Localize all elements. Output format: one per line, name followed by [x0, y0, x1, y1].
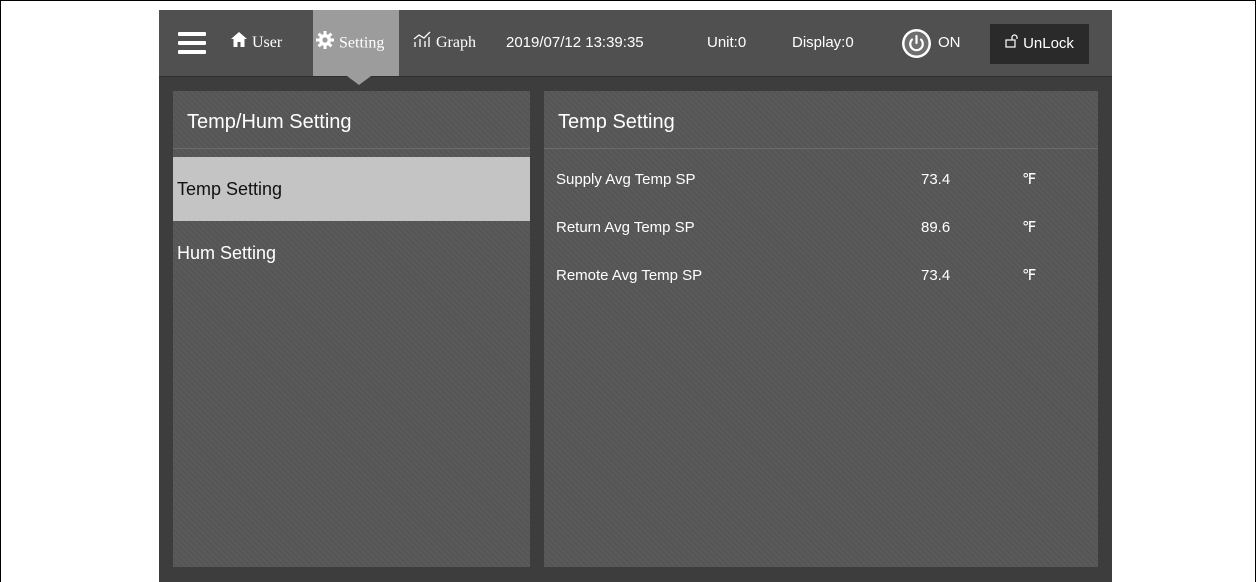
unit-indicator: Unit:0	[707, 34, 747, 51]
display-indicator: Display:0	[792, 34, 854, 51]
setpoint-value[interactable]: 73.4	[921, 160, 981, 200]
unit-label: ℉	[1022, 171, 1037, 188]
frame-border-top	[0, 0, 1256, 1]
setting-label: Return Avg Temp SP	[556, 219, 695, 236]
sidebar-item-label: Hum Setting	[177, 243, 277, 263]
gear-icon	[316, 31, 334, 57]
setting-row: Return Avg Temp SP 89.6 ℉	[544, 208, 1098, 248]
graph-icon	[413, 31, 431, 55]
tab-setting-label: Setting	[339, 34, 385, 52]
setting-row: Supply Avg Temp SP 73.4 ℉	[544, 160, 1098, 200]
unlock-button[interactable]: UnLock	[990, 24, 1089, 64]
tab-graph-label: Graph	[436, 34, 476, 51]
hmi-screen: User Setting Graph 2019/07/12 13:39:35 U…	[159, 10, 1112, 582]
setting-label: Supply Avg Temp SP	[556, 171, 696, 188]
tab-user-label: User	[252, 34, 283, 51]
hamburger-icon[interactable]	[178, 32, 206, 54]
frame-border-right	[1255, 0, 1256, 582]
home-icon	[231, 31, 247, 55]
page-title: Temp Setting	[544, 91, 1098, 149]
unlock-icon	[1005, 24, 1019, 64]
setpoint-value[interactable]: 73.4	[921, 256, 981, 296]
main-panel: Temp Setting Supply Avg Temp SP 73.4 ℉ R…	[544, 91, 1098, 567]
tab-setting[interactable]: Setting	[316, 31, 384, 55]
top-bar: User Setting Graph 2019/07/12 13:39:35 U…	[159, 10, 1112, 85]
tab-user[interactable]: User	[231, 31, 282, 55]
power-icon[interactable]	[902, 29, 931, 58]
sidebar-item-hum-setting[interactable]: Hum Setting	[173, 221, 530, 285]
unlock-label: UnLock	[1023, 35, 1074, 52]
sidebar-item-temp-setting[interactable]: Temp Setting	[173, 157, 530, 221]
setting-row: Remote Avg Temp SP 73.4 ℉	[544, 256, 1098, 296]
unit-label: ℉	[1022, 219, 1037, 236]
sidebar-title: Temp/Hum Setting	[173, 91, 530, 149]
active-tab-pointer	[347, 76, 371, 85]
setpoint-value[interactable]: 89.6	[921, 208, 981, 248]
sidebar-item-label: Temp Setting	[177, 179, 283, 199]
tab-graph[interactable]: Graph	[413, 31, 476, 55]
setting-label: Remote Avg Temp SP	[556, 267, 703, 284]
datetime-display: 2019/07/12 13:39:35	[506, 34, 644, 51]
sidebar-panel: Temp/Hum Setting Temp Setting Hum Settin…	[173, 91, 530, 567]
frame-border-left	[0, 0, 1, 582]
unit-label: ℉	[1022, 267, 1037, 284]
power-status: ON	[938, 34, 961, 51]
